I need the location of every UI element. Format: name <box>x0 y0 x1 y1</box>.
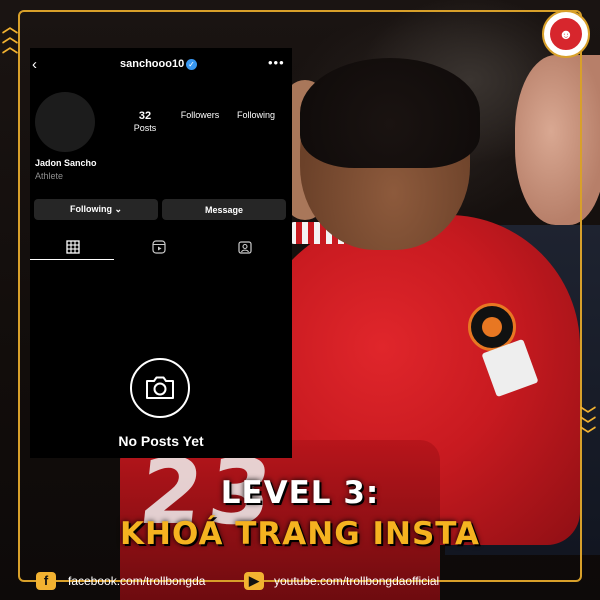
footer: f facebook.com/trollbongda ▶ youtube.com… <box>30 570 570 594</box>
followers-stat[interactable]: Followers <box>176 110 224 120</box>
back-icon[interactable]: ‹ <box>32 56 37 73</box>
chevrons-down-icon: ﹀ ﹀ ﹀ <box>580 405 597 444</box>
headline-line-2: KHOÁ TRANG INSTA <box>120 516 480 552</box>
followers-label: Followers <box>180 110 220 120</box>
tab-grid[interactable] <box>30 234 116 260</box>
avatar[interactable] <box>35 92 95 152</box>
profile-header: ‹ sanchooo10 ✓ ••• <box>30 54 292 74</box>
youtube-icon: ▶ <box>244 572 264 590</box>
instagram-profile-screenshot: ‹ sanchooo10 ✓ ••• 32 Posts Followers Fo… <box>30 48 292 458</box>
logo-mascot-icon: ☻ <box>548 16 584 52</box>
message-button[interactable]: Message <box>162 199 286 220</box>
verified-badge-icon: ✓ <box>186 59 197 70</box>
following-label: Following <box>236 110 276 120</box>
username: sanchooo10 <box>120 58 185 70</box>
more-options-icon[interactable]: ••• <box>268 55 285 70</box>
tagged-icon <box>238 241 252 254</box>
camera-icon <box>146 376 174 399</box>
headline-line-1: LEVEL 3: <box>220 475 380 511</box>
camera-circle <box>130 358 190 418</box>
grid-icon <box>66 240 80 254</box>
posts-label: Posts <box>133 123 157 133</box>
chevrons-up-icon: ︿ ︿ ︿ <box>2 17 19 56</box>
posts-stat: 32 Posts <box>125 110 165 133</box>
following-button[interactable]: Following ⌄ <box>34 199 158 220</box>
tab-reels[interactable] <box>116 234 202 260</box>
following-stat[interactable]: Following <box>232 110 280 120</box>
profile-category: Athlete <box>35 171 64 181</box>
facebook-icon: f <box>36 572 56 590</box>
profile-tabs <box>30 234 292 260</box>
posts-count: 32 <box>138 110 152 122</box>
troll-bong-da-logo: ☻ <box>542 10 590 58</box>
youtube-link[interactable]: youtube.com/trollbongdaofficial <box>274 574 439 588</box>
display-name: Jadon Sancho <box>35 158 97 168</box>
facebook-link[interactable]: facebook.com/trollbongda <box>68 574 205 588</box>
reels-icon <box>152 240 166 254</box>
empty-state-text: No Posts Yet <box>118 433 204 449</box>
tab-tagged[interactable] <box>202 234 288 260</box>
active-tab-indicator <box>30 259 114 260</box>
